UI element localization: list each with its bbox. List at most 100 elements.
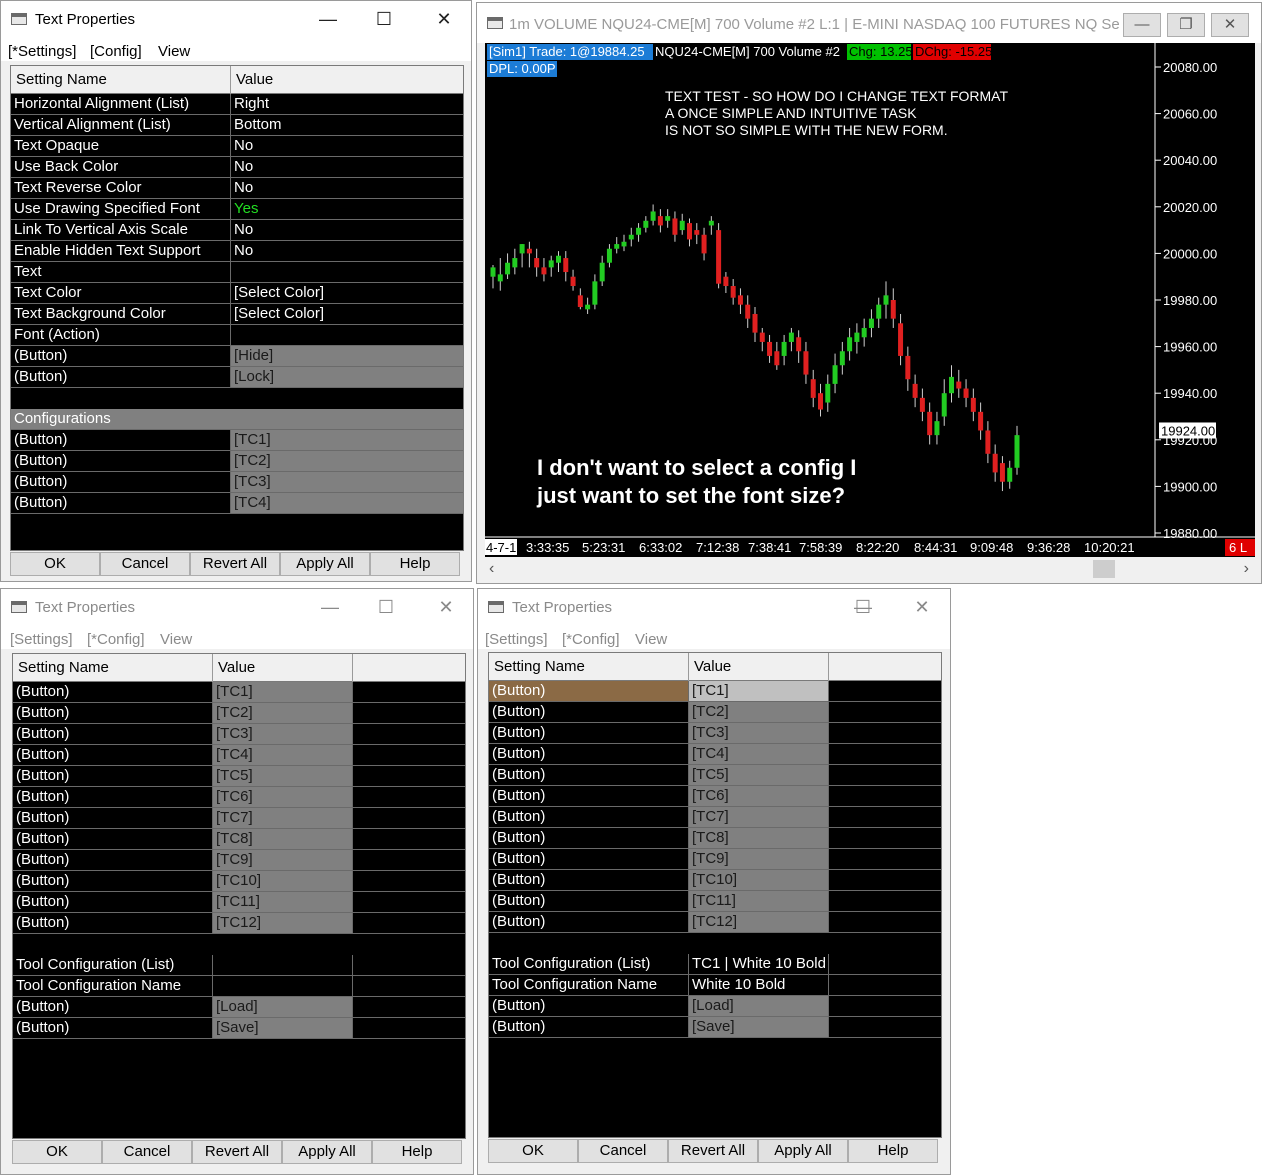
config-row[interactable]: (Button) [TC10] [489, 870, 941, 891]
grid-row[interactable]: Use Back Color No [11, 157, 463, 178]
column-header-value[interactable]: Value [689, 653, 829, 681]
setting-value-cell[interactable]: [Load] [213, 997, 353, 1017]
scrollbar-thumb[interactable] [1093, 560, 1115, 578]
tool-config-row[interactable]: Tool Configuration (List) [13, 955, 465, 976]
setting-value-cell[interactable]: [TC11] [689, 891, 829, 911]
setting-name-cell[interactable]: (Button) [13, 1018, 213, 1038]
setting-value-cell[interactable]: [TC9] [213, 850, 353, 870]
setting-value-cell[interactable]: [TC6] [689, 786, 829, 806]
setting-value-cell[interactable]: No [231, 178, 463, 198]
apply-all-button[interactable]: Apply All [282, 1140, 372, 1164]
setting-value-cell[interactable]: Right [231, 94, 463, 114]
config-row[interactable]: (Button) [TC2] [489, 702, 941, 723]
menu-view[interactable]: View [160, 631, 192, 648]
setting-value-cell[interactable]: [Save] [213, 1018, 353, 1038]
grid-row[interactable]: Enable Hidden Text Support No [11, 241, 463, 262]
column-header-setting-name[interactable]: Setting Name [489, 653, 689, 681]
grid-row[interactable]: Use Drawing Specified Font Yes [11, 199, 463, 220]
setting-value-cell[interactable]: [Select Color] [231, 304, 463, 324]
config-row[interactable]: (Button) [TC12] [13, 913, 465, 934]
menu-config[interactable]: [*Config] [87, 631, 145, 648]
setting-name-cell[interactable]: Vertical Alignment (List) [11, 115, 231, 135]
minimize-icon[interactable]: — [315, 595, 345, 619]
setting-value-cell[interactable]: [TC3] [689, 723, 829, 743]
config-row[interactable]: (Button) [TC3] [489, 723, 941, 744]
setting-value-cell[interactable]: [TC5] [213, 766, 353, 786]
config-row[interactable]: (Button) [TC2] [11, 451, 463, 472]
setting-value-cell[interactable]: Bottom [231, 115, 463, 135]
menu-view[interactable]: View [635, 631, 667, 648]
setting-name-cell[interactable]: (Button) [13, 913, 213, 933]
maximize-icon[interactable]: ☐ [371, 595, 401, 619]
setting-value-cell[interactable]: [Select Color] [231, 283, 463, 303]
config-row[interactable]: (Button) [TC4] [489, 744, 941, 765]
setting-name-cell[interactable]: (Button) [11, 367, 231, 387]
setting-name-cell[interactable]: Font (Action) [11, 325, 231, 345]
setting-name-cell[interactable]: Link To Vertical Axis Scale [11, 220, 231, 240]
setting-value-cell[interactable] [213, 955, 353, 975]
setting-name-cell[interactable]: (Button) [489, 723, 689, 743]
setting-name-cell[interactable]: (Button) [489, 786, 689, 806]
setting-name-cell[interactable]: (Button) [489, 1017, 689, 1037]
title-bar[interactable]: Text Properties — ☐ ✕ [478, 589, 950, 625]
config-row[interactable]: (Button) [TC1] [11, 430, 463, 451]
config-row[interactable]: (Button) [TC3] [13, 724, 465, 745]
help-button[interactable]: Help [370, 552, 460, 576]
setting-value-cell[interactable]: [TC1] [213, 682, 353, 702]
setting-value-cell[interactable]: [TC2] [213, 703, 353, 723]
config-row[interactable]: (Button) [TC4] [13, 745, 465, 766]
setting-name-cell[interactable]: Tool Configuration (List) [489, 954, 689, 974]
chart-title-bar[interactable]: 1m VOLUME NQU24-CME[M] 700 Volume #2 L:1… [477, 3, 1261, 43]
ok-button[interactable]: OK [488, 1139, 578, 1163]
setting-value-cell[interactable]: [TC1] [689, 681, 829, 701]
tool-config-row[interactable]: Tool Configuration (List) TC1 | White 10 … [489, 954, 941, 975]
grid-row[interactable]: Horizontal Alignment (List) Right [11, 94, 463, 115]
setting-value-cell[interactable]: No [231, 241, 463, 261]
setting-value-cell[interactable]: [TC2] [689, 702, 829, 722]
chart-area[interactable]: 20080.00 20060.00 20040.00 20020.00 20000.00… [485, 43, 1255, 557]
setting-name-cell[interactable]: (Button) [13, 997, 213, 1017]
setting-name-cell[interactable]: Tool Configuration Name [489, 975, 689, 995]
column-header-setting-name[interactable]: Setting Name [11, 66, 231, 94]
setting-value-cell[interactable]: [TC6] [213, 787, 353, 807]
config-row[interactable]: (Button) [TC7] [13, 808, 465, 829]
setting-value-cell[interactable]: [TC3] [213, 724, 353, 744]
grid-row[interactable]: Text Background Color [Select Color] [11, 304, 463, 325]
menu-config[interactable]: [Config] [90, 43, 142, 60]
setting-value-cell[interactable]: [TC11] [213, 892, 353, 912]
setting-value-cell[interactable]: [TC4] [231, 493, 463, 513]
setting-name-cell[interactable]: (Button) [13, 766, 213, 786]
apply-all-button[interactable]: Apply All [280, 552, 370, 576]
config-row[interactable]: (Button) [TC5] [13, 766, 465, 787]
setting-name-cell[interactable]: (Button) [13, 808, 213, 828]
setting-name-cell[interactable]: (Button) [489, 996, 689, 1016]
price-chart[interactable]: 20080.00 20060.00 20040.00 20020.00 20000.00… [485, 43, 1255, 557]
chart-close-icon[interactable]: ✕ [1211, 13, 1249, 37]
setting-value-cell[interactable]: [TC12] [689, 912, 829, 932]
setting-value-cell[interactable]: [TC12] [213, 913, 353, 933]
maximize-icon[interactable]: ☐ [369, 7, 399, 31]
setting-name-cell[interactable]: Use Back Color [11, 157, 231, 177]
setting-name-cell[interactable]: (Button) [11, 451, 231, 471]
setting-name-cell[interactable]: (Button) [11, 472, 231, 492]
scroll-left-icon[interactable]: ‹ [489, 560, 494, 578]
cancel-button[interactable]: Cancel [102, 1140, 192, 1164]
column-header-setting-name[interactable]: Setting Name [13, 654, 213, 682]
close-icon[interactable]: ✕ [431, 595, 461, 619]
setting-name-cell[interactable]: (Button) [13, 745, 213, 765]
config-row[interactable]: (Button) [TC9] [13, 850, 465, 871]
title-bar[interactable]: Text Properties — ☐ ✕ [1, 1, 471, 37]
title-bar[interactable]: Text Properties — ☐ ✕ [1, 589, 473, 625]
ok-button[interactable]: OK [12, 1140, 102, 1164]
tool-config-row[interactable]: Tool Configuration Name White 10 Bold [489, 975, 941, 996]
setting-value-cell[interactable]: [TC4] [213, 745, 353, 765]
setting-value-cell[interactable]: [TC4] [689, 744, 829, 764]
config-row[interactable]: (Button) [TC11] [13, 892, 465, 913]
setting-name-cell[interactable]: (Button) [489, 681, 689, 701]
setting-name-cell[interactable]: (Button) [13, 850, 213, 870]
setting-name-cell[interactable]: (Button) [13, 892, 213, 912]
grid-row[interactable]: Text Reverse Color No [11, 178, 463, 199]
config-row[interactable]: (Button) [TC7] [489, 807, 941, 828]
setting-name-cell[interactable]: (Button) [489, 870, 689, 890]
grid-row[interactable]: Vertical Alignment (List) Bottom [11, 115, 463, 136]
